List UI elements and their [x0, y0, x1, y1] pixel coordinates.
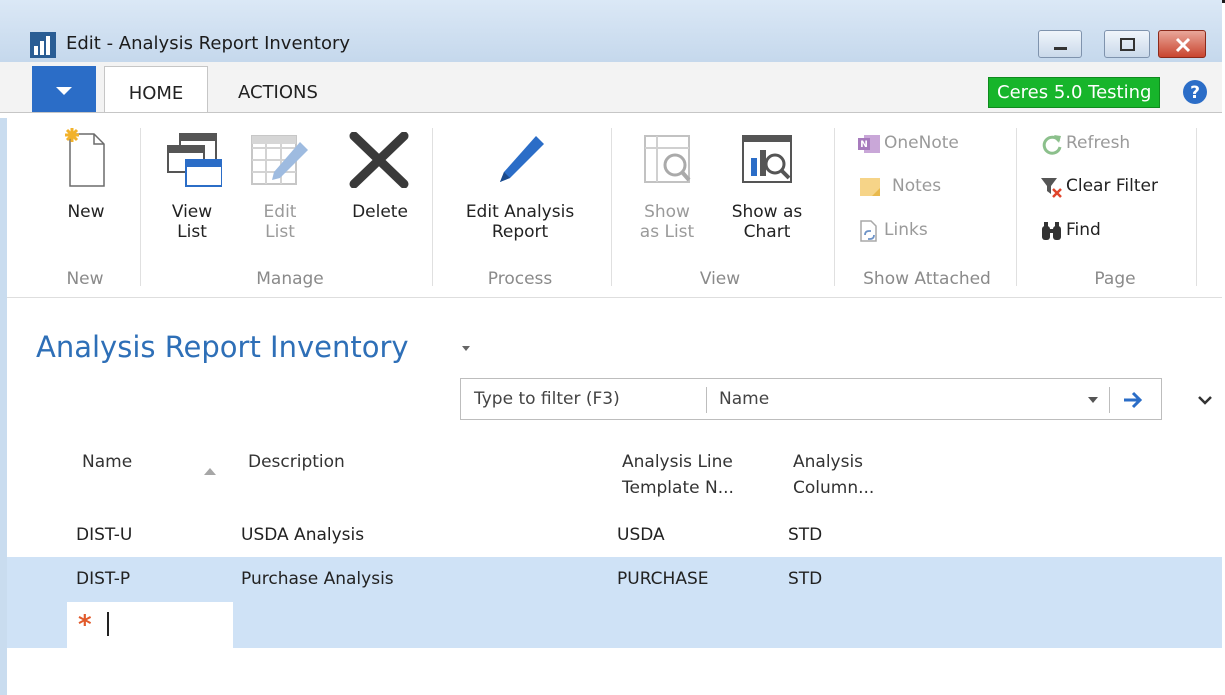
links-icon — [860, 220, 877, 242]
svg-text:N: N — [860, 140, 868, 150]
filter-field-select[interactable]: Name — [719, 389, 769, 409]
new-button-label: New — [67, 202, 105, 222]
find-button[interactable]: Find — [1040, 218, 1190, 242]
cell-column-template: STD — [788, 525, 823, 545]
delete-button[interactable]: Delete — [340, 132, 420, 222]
svg-text:?: ? — [1190, 83, 1200, 103]
edit-analysis-report-button[interactable]: Edit Analysis Report — [450, 132, 590, 242]
view-list-button[interactable]: View List — [162, 132, 222, 242]
view-list-icon — [167, 133, 222, 187]
column-header-column-template[interactable]: Analysis Column... — [793, 449, 874, 501]
group-label-show-attached: Show Attached — [863, 269, 991, 289]
new-button[interactable]: New — [56, 126, 116, 222]
edit-list-label: Edit List — [263, 202, 297, 242]
show-as-list-icon — [644, 135, 691, 183]
onenote-button[interactable]: N OneNote — [858, 131, 998, 155]
onenote-icon: N — [858, 135, 880, 153]
column-header-line-template[interactable]: Analysis Line Template N... — [622, 449, 734, 501]
show-as-list-button[interactable]: Show as List — [630, 132, 704, 242]
table-row-selected[interactable]: DIST-P Purchase Analysis PURCHASE STD — [7, 557, 1222, 602]
page-title: Analysis Report Inventory — [36, 330, 409, 364]
notes-label: Notes — [892, 176, 942, 196]
close-icon — [1175, 37, 1191, 53]
group-label-process: Process — [487, 269, 553, 289]
delete-x-icon — [349, 132, 409, 188]
group-label-view: View — [699, 269, 741, 289]
notes-icon — [860, 178, 880, 196]
sort-ascending-icon — [204, 468, 216, 475]
filter-input[interactable]: Type to filter (F3) — [474, 389, 620, 409]
cell-description: USDA Analysis — [241, 525, 365, 545]
links-label: Links — [884, 220, 928, 240]
tab-home[interactable]: HOME — [104, 66, 208, 113]
view-list-label: View List — [171, 202, 213, 242]
links-button[interactable]: Links — [858, 218, 998, 242]
pencil-icon — [500, 136, 544, 182]
group-separator — [432, 128, 433, 286]
group-label-manage: Manage — [256, 269, 324, 289]
show-as-chart-button[interactable]: Show as Chart — [718, 132, 816, 242]
column-header-name[interactable]: Name — [82, 449, 132, 475]
refresh-button[interactable]: Refresh — [1040, 131, 1190, 155]
column-header-description[interactable]: Description — [248, 449, 345, 475]
filter-divider — [706, 387, 707, 413]
edit-list-button[interactable]: Edit List — [248, 132, 312, 242]
text-cursor — [107, 612, 109, 636]
tab-actions[interactable]: ACTIONS — [238, 66, 318, 113]
arrow-right-icon[interactable] — [1121, 389, 1145, 411]
clear-filter-label: Clear Filter — [1066, 176, 1158, 196]
notes-button[interactable]: Notes — [858, 174, 998, 198]
window-left-edge — [0, 118, 7, 695]
maximize-button[interactable] — [1104, 30, 1150, 58]
show-as-list-label: Show as List — [639, 202, 695, 242]
show-as-chart-label: Show as Chart — [731, 202, 803, 242]
filter-bar: Type to filter (F3) Name — [460, 378, 1162, 420]
cell-name: DIST-P — [76, 569, 131, 589]
find-label: Find — [1066, 220, 1101, 240]
maximize-icon — [1120, 38, 1135, 51]
group-separator — [140, 128, 141, 286]
table-row[interactable]: DIST-U USDA Analysis USDA STD — [7, 513, 1222, 558]
minimize-icon — [1054, 47, 1067, 50]
delete-label: Delete — [352, 202, 408, 222]
cell-line-template: PURCHASE — [617, 569, 709, 589]
application-menu-button[interactable] — [32, 66, 96, 112]
group-label-new: New — [66, 269, 104, 289]
onenote-label: OneNote — [884, 133, 959, 153]
window-title: Edit - Analysis Report Inventory — [66, 33, 351, 54]
show-as-chart-icon — [742, 135, 792, 183]
group-separator — [611, 128, 612, 286]
page-title-menu-caret-icon[interactable] — [462, 346, 470, 351]
refresh-icon — [1042, 135, 1062, 155]
binoculars-icon — [1042, 222, 1061, 240]
clear-filter-button[interactable]: Clear Filter — [1040, 174, 1190, 198]
edit-list-icon — [251, 135, 308, 185]
company-badge: Ceres 5.0 Testing — [988, 77, 1161, 108]
chevron-down-icon[interactable] — [1088, 397, 1098, 403]
filter-divider — [1109, 387, 1110, 413]
cell-column-template: STD — [788, 569, 823, 589]
new-row-marker: * — [78, 610, 92, 640]
group-separator — [1016, 128, 1017, 286]
app-chart-icon — [30, 32, 56, 58]
new-document-icon — [65, 128, 105, 187]
cell-name: DIST-U — [76, 525, 133, 545]
minimize-button[interactable] — [1038, 30, 1082, 58]
edit-analysis-report-label: Edit Analysis Report — [465, 202, 575, 242]
close-button[interactable] — [1158, 30, 1206, 58]
refresh-label: Refresh — [1066, 133, 1131, 153]
cell-description: Purchase Analysis — [241, 569, 394, 589]
group-separator — [834, 128, 835, 286]
help-icon[interactable]: ? — [1182, 79, 1208, 105]
expand-chevron-icon[interactable] — [1196, 393, 1214, 407]
cell-line-template: USDA — [617, 525, 665, 545]
title-bar: Edit - Analysis Report Inventory — [0, 0, 1222, 62]
group-separator — [1196, 128, 1197, 286]
group-label-page: Page — [1094, 269, 1136, 289]
clear-filter-icon — [1041, 178, 1062, 198]
